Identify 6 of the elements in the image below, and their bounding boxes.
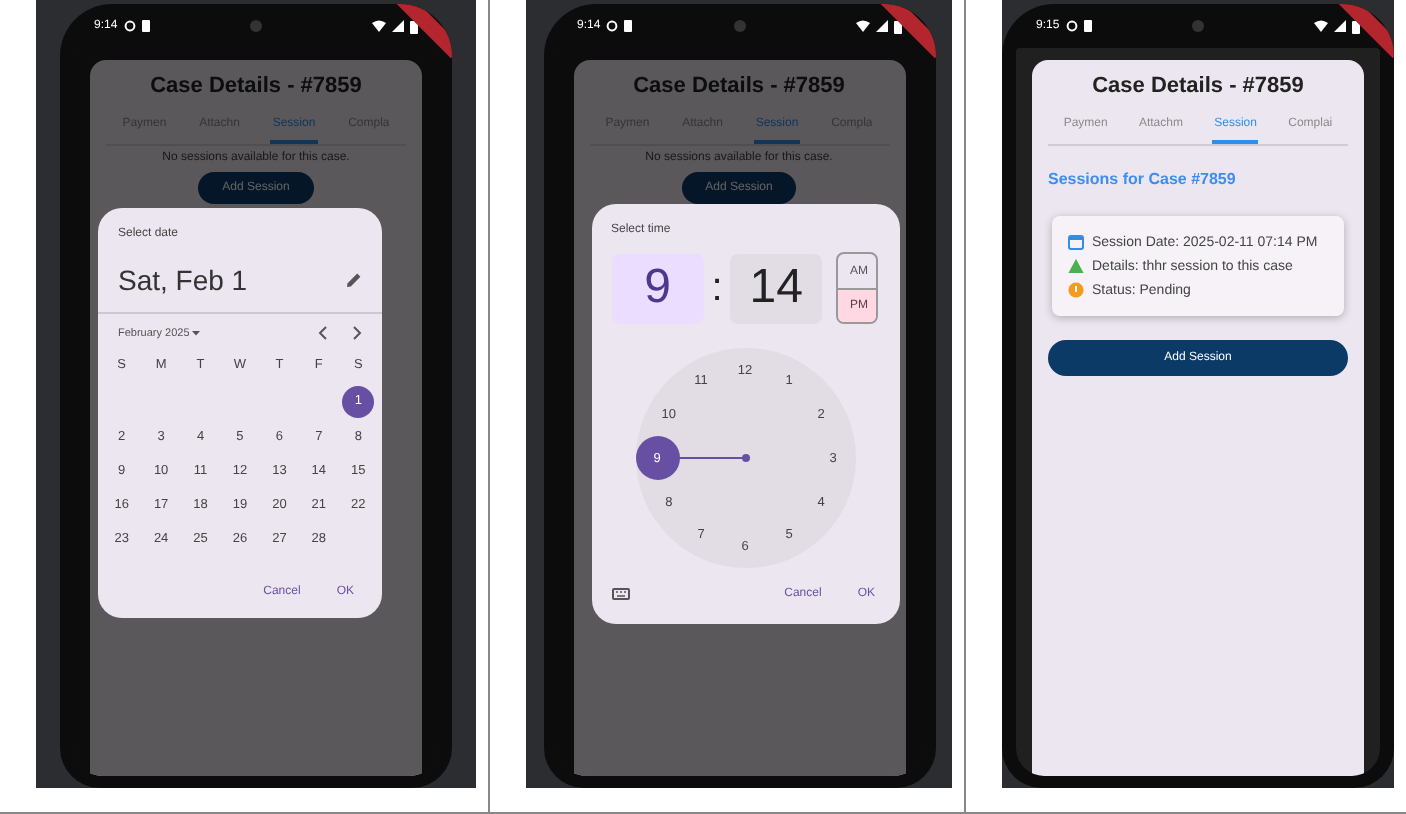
section-heading: Sessions for Case #7859 [1048,170,1238,188]
time-separator: : [710,265,724,311]
case-title: Case Details - #7859 [148,74,364,98]
case-title: Case Details - #7859 [631,74,847,98]
case-title: Case Details - #7859 [1090,74,1306,98]
selected-date: Sat, Feb 1 [118,264,248,296]
